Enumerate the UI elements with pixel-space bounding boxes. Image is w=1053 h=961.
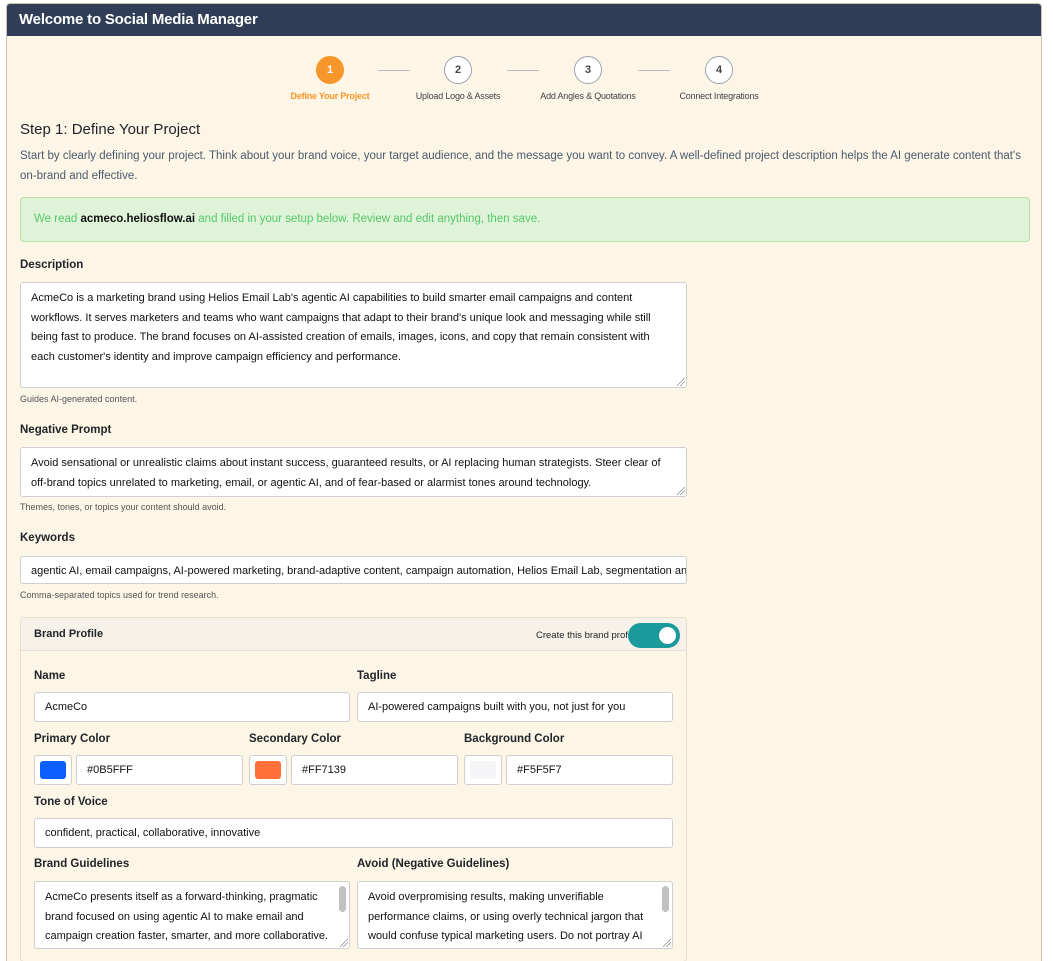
resize-handle[interactable]: [663, 939, 671, 947]
resize-handle[interactable]: [677, 487, 685, 495]
description-value: AcmeCo is a marketing brand using Helios…: [31, 292, 651, 363]
brand-profile-panel: Brand Profile Create this brand profile …: [20, 617, 687, 961]
step-2-number: 2: [444, 56, 472, 84]
name-label: Name: [34, 670, 66, 682]
resize-handle[interactable]: [677, 378, 685, 386]
tone-label: Tone of Voice: [34, 796, 108, 808]
primary-color-label: Primary Color: [34, 733, 111, 745]
create-profile-label: Create this brand profile: [536, 630, 630, 641]
window-title: Welcome to Social Media Manager: [7, 4, 1041, 36]
scrollbar-thumb[interactable]: [662, 886, 669, 912]
create-profile-toggle[interactable]: [628, 623, 680, 648]
guidelines-label: Brand Guidelines: [34, 858, 130, 870]
avoid-value: Avoid overpromising results, making unve…: [368, 891, 644, 942]
stepper: 1 Define Your Project 2 Upload Logo & As…: [7, 36, 1041, 106]
color-chip: [470, 761, 496, 779]
step-connector: [378, 70, 410, 71]
brand-profile-header: Brand Profile Create this brand profile: [21, 618, 686, 651]
primary-color-input[interactable]: #0B5FFF: [76, 755, 243, 785]
scrollbar-thumb[interactable]: [339, 886, 346, 912]
negative-prompt-label: Negative Prompt: [20, 424, 112, 436]
description-label: Description: [20, 259, 84, 271]
scrollbar[interactable]: [661, 885, 670, 947]
step-4-number: 4: [705, 56, 733, 84]
secondary-color-swatch[interactable]: [249, 755, 287, 785]
brand-profile-title: Brand Profile: [34, 628, 104, 640]
color-chip: [40, 761, 66, 779]
negative-prompt-help: Themes, tones, or topics your content sh…: [20, 502, 227, 512]
color-chip: [255, 761, 281, 779]
background-color-swatch[interactable]: [464, 755, 502, 785]
page-title: Step 1: Define Your Project: [20, 121, 201, 138]
step-4[interactable]: 4 Connect Integrations: [639, 56, 799, 101]
background-color-label: Background Color: [464, 733, 565, 745]
avoid-textarea[interactable]: Avoid overpromising results, making unve…: [357, 881, 673, 949]
secondary-color-label: Secondary Color: [249, 733, 342, 745]
toggle-knob: [659, 627, 676, 644]
alert-suffix: and filled in your setup below. Review a…: [195, 213, 541, 225]
guidelines-textarea[interactable]: AcmeCo presents itself as a forward-thin…: [34, 881, 350, 949]
success-alert: We read acmeco.heliosflow.ai and filled …: [20, 197, 1030, 242]
primary-color-swatch[interactable]: [34, 755, 72, 785]
tagline-label: Tagline: [357, 670, 397, 682]
scrollbar[interactable]: [338, 885, 347, 947]
tagline-input[interactable]: AI-powered campaigns built with you, not…: [357, 692, 673, 722]
keywords-input[interactable]: agentic AI, email campaigns, AI-powered …: [20, 556, 687, 584]
background-color-input[interactable]: #F5F5F7: [506, 755, 673, 785]
tone-input[interactable]: confident, practical, collaborative, inn…: [34, 818, 673, 848]
guidelines-value: AcmeCo presents itself as a forward-thin…: [45, 891, 329, 942]
negative-prompt-textarea[interactable]: Avoid sensational or unrealistic claims …: [20, 447, 687, 497]
alert-prefix: We read: [34, 213, 81, 225]
resize-handle[interactable]: [340, 939, 348, 947]
step-3-number: 3: [574, 56, 602, 84]
app-window: Welcome to Social Media Manager 1 Define…: [6, 3, 1042, 961]
keywords-label: Keywords: [20, 532, 75, 544]
keywords-help: Comma-separated topics used for trend re…: [20, 590, 219, 600]
avoid-label: Avoid (Negative Guidelines): [357, 858, 510, 870]
description-help: Guides AI-generated content.: [20, 394, 138, 404]
intro-text: Start by clearly defining your project. …: [20, 150, 1021, 182]
step-4-label: Connect Integrations: [679, 91, 759, 101]
name-input[interactable]: AcmeCo: [34, 692, 350, 722]
negative-prompt-value: Avoid sensational or unrealistic claims …: [31, 457, 661, 489]
secondary-color-input[interactable]: #FF7139: [291, 755, 458, 785]
alert-domain: acmeco.heliosflow.ai: [80, 213, 196, 225]
description-textarea[interactable]: AcmeCo is a marketing brand using Helios…: [20, 282, 687, 388]
step-1-number: 1: [316, 56, 344, 84]
